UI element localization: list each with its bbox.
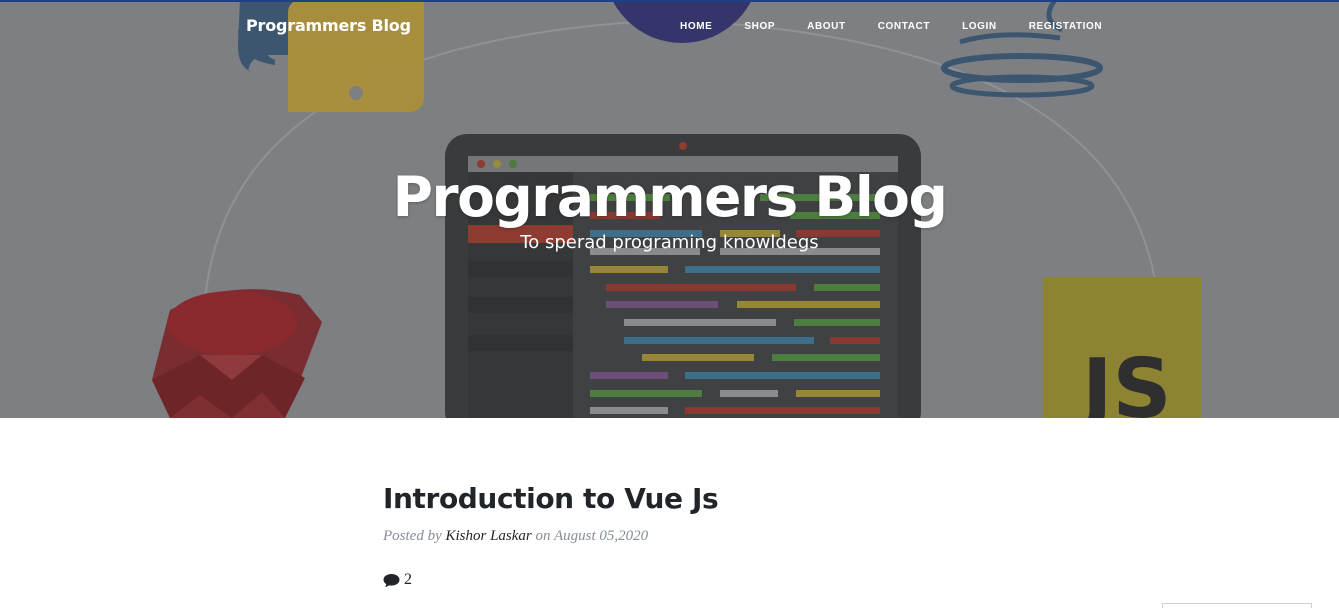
nav-shop[interactable]: SHOP bbox=[728, 21, 791, 32]
navbar: Programmers Blog HOME SHOP ABOUT CONTACT… bbox=[0, 0, 1339, 56]
nav-home[interactable]: HOME bbox=[664, 21, 728, 32]
nav-login[interactable]: LOGIN bbox=[946, 21, 1013, 32]
site-subtitle: To sperad programing knowldegs bbox=[520, 232, 819, 253]
comment-count: 2 bbox=[404, 571, 412, 588]
nav-links: HOME SHOP ABOUT CONTACT LOGIN REGISTATIO… bbox=[664, 21, 1118, 32]
site-title: Programmers Blog bbox=[392, 165, 948, 229]
masthead: JS Programmers Blog HOME SHOP ABOUT CONT… bbox=[0, 0, 1339, 418]
on-label: on bbox=[535, 528, 551, 544]
post-date: August 05,2020 bbox=[554, 528, 649, 544]
post-meta: Posted by Kishor Laskar on August 05,202… bbox=[383, 528, 983, 545]
nav-registration[interactable]: REGISTATION bbox=[1013, 21, 1118, 32]
site-heading: Programmers Blog To sperad programing kn… bbox=[0, 158, 1339, 255]
ruby-logo bbox=[152, 289, 322, 418]
comments-link[interactable]: 2 bbox=[383, 571, 983, 589]
nav-about[interactable]: ABOUT bbox=[791, 21, 862, 32]
nav-contact[interactable]: CONTACT bbox=[862, 21, 946, 32]
post-title-link[interactable]: Introduction to Vue Js bbox=[383, 480, 983, 518]
javascript-logo: JS bbox=[1043, 277, 1201, 418]
svg-text:JS: JS bbox=[1077, 342, 1172, 418]
top-border bbox=[0, 0, 1339, 2]
author-link[interactable]: Kishor Laskar bbox=[445, 528, 531, 544]
posted-by-label: Posted by bbox=[383, 528, 442, 544]
post-preview: Introduction to Vue Js Posted by Kishor … bbox=[383, 480, 983, 589]
comment-icon bbox=[383, 573, 400, 587]
floating-widget-edge[interactable] bbox=[1162, 603, 1312, 608]
brand-link[interactable]: Programmers Blog bbox=[246, 16, 411, 35]
